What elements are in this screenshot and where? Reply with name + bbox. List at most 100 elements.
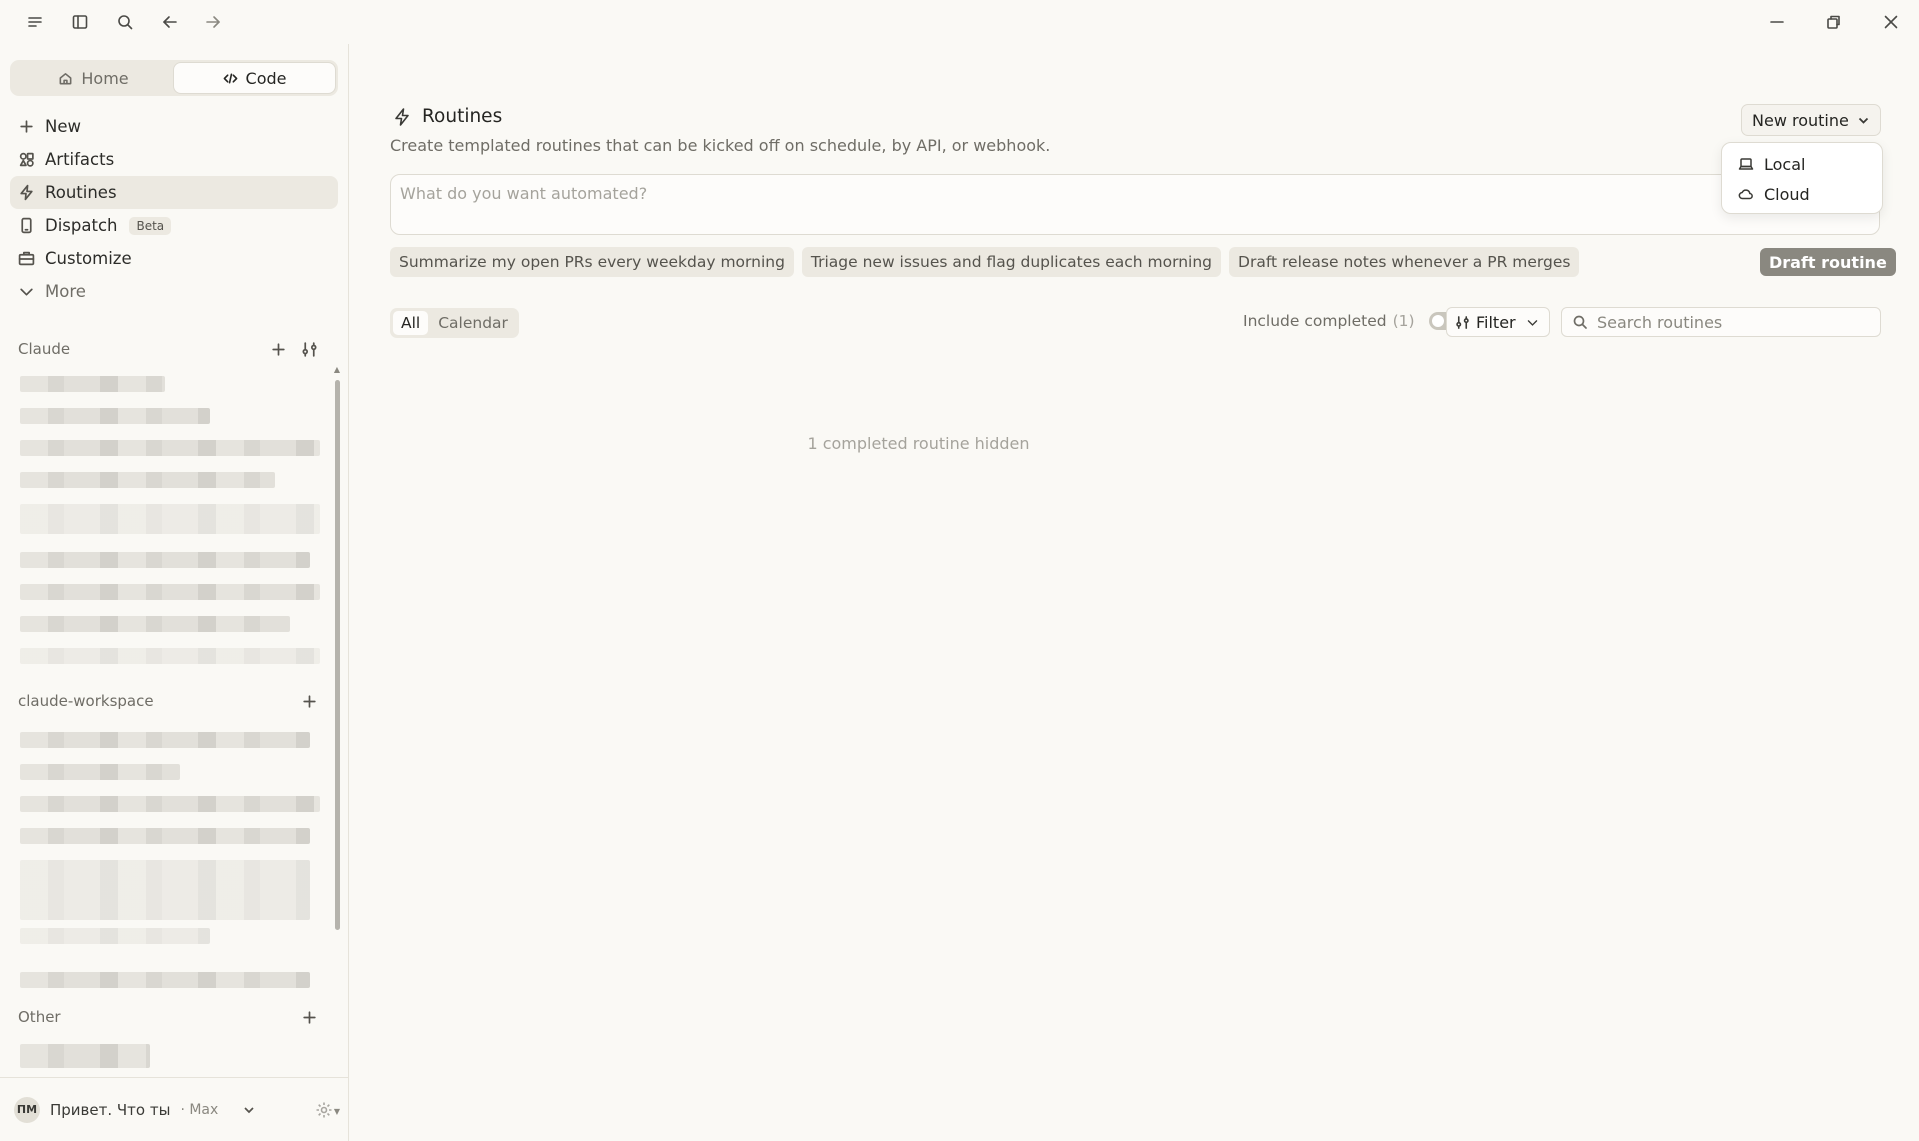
list-item[interactable]	[20, 584, 320, 600]
cloud-icon	[1738, 189, 1753, 200]
sidebar-item-label: Artifacts	[45, 150, 115, 169]
sidebar-item-label: Customize	[45, 249, 132, 268]
back-button[interactable]	[156, 8, 184, 36]
sidebar: Home Code New Artifacts Routines Dispatc…	[0, 44, 349, 1141]
tab-calendar[interactable]: Calendar	[430, 311, 516, 335]
minimize-button[interactable]	[1763, 8, 1791, 36]
menu-item-label: Local	[1764, 154, 1806, 174]
search-routines-input[interactable]	[1597, 312, 1867, 332]
menu-button[interactable]	[21, 8, 49, 36]
plus-icon[interactable]	[301, 1009, 318, 1026]
plus-icon	[20, 120, 33, 133]
list-item[interactable]	[20, 648, 320, 664]
sliders-icon[interactable]	[301, 341, 318, 358]
home-tab-label: Home	[81, 68, 129, 88]
sidebar-item-label: New	[45, 117, 81, 136]
list-item[interactable]	[20, 472, 275, 488]
suggestion-chip[interactable]: Summarize my open PRs every weekday morn…	[390, 247, 794, 277]
sidebar-item-dispatch[interactable]: Dispatch Beta	[10, 209, 338, 242]
chevron-down-icon[interactable]	[242, 1103, 256, 1117]
list-item[interactable]	[20, 860, 310, 920]
list-item[interactable]	[20, 972, 310, 988]
restore-button[interactable]	[1819, 8, 1847, 36]
include-completed-label: Include completed	[1243, 312, 1387, 330]
restore-icon	[1827, 15, 1840, 29]
briefcase-icon	[18, 251, 35, 266]
suggestion-chips: Summarize my open PRs every weekday morn…	[390, 247, 1580, 277]
close-icon	[1884, 15, 1898, 29]
code-tab[interactable]: Code	[174, 63, 335, 93]
beta-badge: Beta	[129, 216, 172, 235]
arrow-right-icon	[206, 16, 220, 28]
list-item[interactable]	[20, 408, 210, 424]
code-icon	[223, 72, 237, 84]
empty-state-text: 1 completed routine hidden	[807, 434, 1030, 453]
sidebar-icon	[72, 15, 88, 29]
include-completed: Include completed (1)	[1243, 312, 1461, 330]
sidebar-item-customize[interactable]: Customize	[10, 242, 338, 275]
chevron-down-icon	[1858, 117, 1868, 124]
tab-all[interactable]: All	[393, 311, 429, 335]
profile-plan: · Max	[180, 1101, 219, 1118]
list-item[interactable]	[20, 616, 290, 632]
suggestion-chip[interactable]: Draft release notes whenever a PR merges	[1229, 247, 1580, 277]
menu-item-label: Cloud	[1764, 184, 1810, 204]
page-description: Create templated routines that can be ki…	[390, 136, 1051, 155]
search-routines-box[interactable]	[1561, 307, 1881, 337]
list-item[interactable]	[20, 828, 310, 844]
settings-icon[interactable]	[315, 1101, 333, 1119]
scroll-thumb[interactable]	[335, 380, 340, 930]
sidebar-item-artifacts[interactable]: Artifacts	[10, 143, 338, 176]
list-item[interactable]	[20, 440, 320, 456]
list-item[interactable]	[20, 796, 320, 812]
home-tab[interactable]: Home	[13, 63, 174, 93]
sidebar-item-more[interactable]: More	[10, 275, 338, 308]
home-icon	[59, 72, 72, 84]
section-other: Other	[18, 1005, 318, 1029]
new-routine-menu: Local Cloud	[1721, 142, 1883, 214]
filter-label: Filter	[1476, 312, 1516, 332]
menu-item-cloud[interactable]: Cloud	[1728, 179, 1876, 209]
menu-item-local[interactable]: Local	[1728, 149, 1876, 179]
draft-routine-button[interactable]: Draft routine	[1760, 248, 1896, 276]
profile-bar[interactable]: ПМ Привет. Что ты · Max	[0, 1077, 349, 1141]
list-item[interactable]	[20, 928, 210, 944]
sidebar-item-new[interactable]: New	[10, 110, 338, 143]
lightning-icon	[395, 107, 409, 126]
view-tabs: All Calendar	[390, 308, 519, 338]
list-item[interactable]	[20, 1044, 150, 1068]
plus-icon[interactable]	[301, 693, 318, 710]
mode-switcher: Home Code	[10, 60, 338, 96]
section-title: Claude	[18, 340, 71, 358]
chevron-down-icon	[20, 288, 33, 296]
list-item[interactable]	[20, 504, 320, 534]
section-claude-workspace: claude-workspace	[18, 689, 318, 713]
suggestion-chip[interactable]: Triage new issues and flag duplicates ea…	[801, 247, 1222, 277]
list-item[interactable]	[20, 764, 180, 780]
search-button[interactable]	[111, 8, 139, 36]
sidebar-item-routines[interactable]: Routines	[10, 176, 338, 209]
page-title: Routines	[392, 106, 502, 127]
title-bar	[0, 0, 1919, 44]
list-item[interactable]	[20, 552, 310, 568]
search-icon	[118, 15, 133, 30]
toggle-sidebar-button[interactable]	[66, 8, 94, 36]
routine-prompt-input[interactable]	[400, 181, 1700, 205]
routine-prompt-box[interactable]	[390, 174, 1880, 235]
chevron-down-icon	[1527, 319, 1537, 326]
section-title: claude-workspace	[18, 692, 154, 710]
filter-button[interactable]: Filter	[1446, 307, 1550, 337]
new-routine-button[interactable]: New routine	[1741, 104, 1881, 136]
sidebar-scrollbar[interactable]: ▲ ▼	[333, 366, 341, 1116]
plus-icon[interactable]	[270, 341, 287, 358]
empty-state-note: 1 completed routine hidden	[350, 434, 1919, 453]
close-button[interactable]	[1877, 8, 1905, 36]
profile-name: Привет. Что ты	[50, 1100, 171, 1119]
forward-button[interactable]	[199, 8, 227, 36]
list-item[interactable]	[20, 376, 165, 392]
sidebar-item-label: Routines	[45, 183, 117, 202]
sidebar-item-label: Dispatch	[45, 216, 118, 235]
scroll-up-icon[interactable]: ▲	[333, 366, 341, 374]
code-tab-label: Code	[245, 68, 287, 88]
list-item[interactable]	[20, 732, 310, 748]
